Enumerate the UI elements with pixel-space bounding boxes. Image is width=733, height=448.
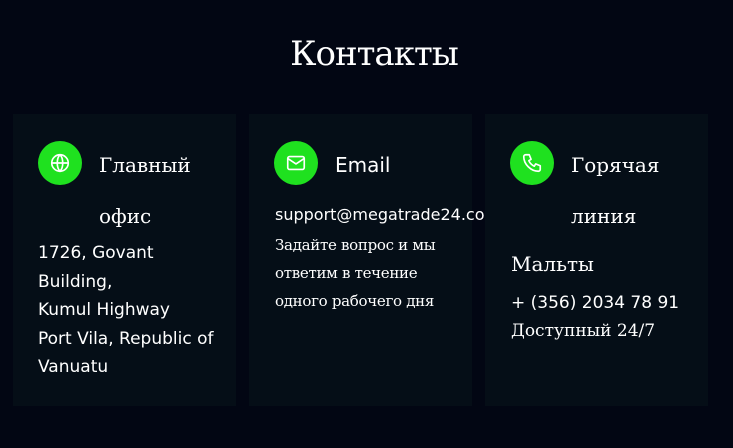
email-heading: Email	[335, 153, 391, 177]
hotline-heading-line1: Горячая	[571, 153, 660, 177]
office-card: Главный офис 1726, Govant Building, Kumu…	[13, 114, 236, 406]
hotline-region: Мальты	[511, 252, 594, 276]
email-card: Email support@megatrade24.com Задайте во…	[249, 114, 488, 406]
globe-icon	[38, 141, 82, 185]
email-note-line: Задайте вопрос и мы	[275, 236, 436, 254]
email-address-link[interactable]: support@megatrade24.com	[275, 204, 488, 226]
office-heading-line1: Главный	[99, 153, 191, 177]
office-address-line: 1726, Govant	[38, 243, 154, 263]
hotline-card: Горячая линия Мальты + (356) 2034 78 91 …	[485, 114, 708, 406]
office-address-line: Port Vila, Republic of	[38, 329, 214, 349]
office-address-line: Kumul Highway	[38, 300, 170, 320]
office-heading-line2: офис	[99, 204, 152, 228]
hotline-availability: Доступный 24/7	[511, 321, 656, 341]
phone-icon	[510, 141, 554, 185]
office-address-line: Vanuatu	[38, 357, 109, 377]
page-title: Контакты	[290, 34, 459, 74]
mail-icon	[274, 141, 318, 185]
hotline-heading-line2: линия	[571, 204, 637, 228]
email-address-clip: support@megatrade24.com	[275, 204, 488, 226]
email-note-line: одного рабочего дня	[275, 292, 435, 310]
hotline-phone-link[interactable]: + (356) 2034 78 91	[511, 292, 679, 314]
office-address-line: Building,	[38, 272, 113, 292]
email-note-line: ответим в течение	[275, 264, 418, 282]
